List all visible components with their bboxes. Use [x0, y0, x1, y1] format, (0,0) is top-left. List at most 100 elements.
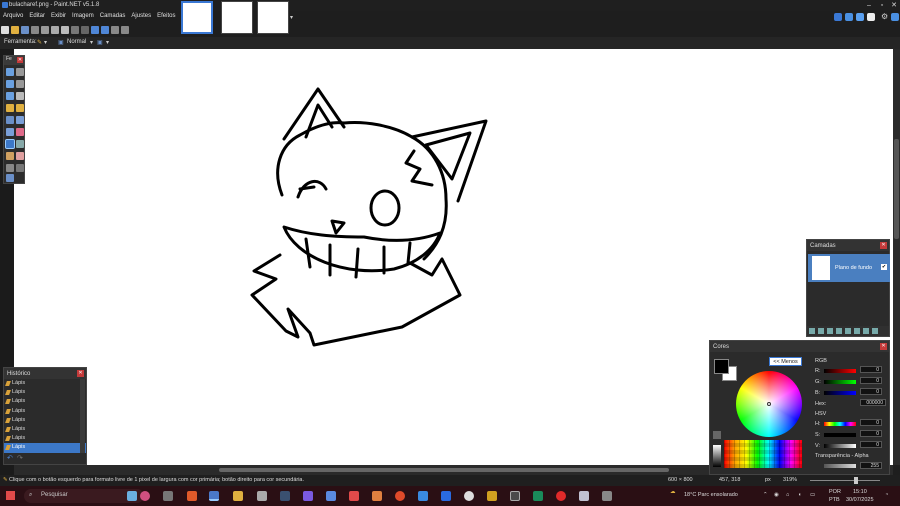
ruler-icon[interactable] — [121, 26, 129, 34]
history-redo-icon[interactable]: ↷ — [17, 454, 23, 462]
tools-close-button[interactable]: ✕ — [17, 57, 23, 63]
antialias-icon[interactable]: ▣ — [97, 39, 103, 46]
colors-close-button[interactable]: ✕ — [880, 343, 887, 350]
menu-efeitos[interactable]: Efeitos — [154, 11, 178, 21]
image-tab[interactable] — [257, 1, 289, 34]
print-icon[interactable] — [31, 26, 39, 34]
v-slider[interactable] — [824, 444, 856, 448]
app-icon-4[interactable] — [349, 491, 359, 501]
close-window-button[interactable]: ✕ — [888, 0, 900, 11]
tools-toggle-icon[interactable] — [834, 13, 842, 21]
h-value[interactable]: 0 — [860, 419, 882, 426]
image-tab[interactable] — [221, 1, 253, 34]
app-icon-9[interactable] — [510, 491, 520, 501]
tray-chevron-icon[interactable]: ⌃ — [763, 492, 768, 498]
deselect-icon[interactable] — [81, 26, 89, 34]
scroll-thumb[interactable] — [219, 468, 669, 472]
layer-row[interactable]: Plano de fundo ✔ — [808, 254, 890, 282]
copilot-icon[interactable] — [140, 491, 150, 501]
move-icon[interactable] — [16, 68, 24, 76]
opera-icon[interactable] — [556, 491, 566, 501]
tab-dropdown-icon[interactable]: ▾ — [290, 14, 293, 21]
history-undo-icon[interactable]: ↶ — [7, 454, 13, 462]
file-explorer-icon[interactable] — [233, 491, 243, 501]
menu-editar[interactable]: Editar — [26, 11, 48, 21]
chrome-icon[interactable] — [395, 491, 405, 501]
layers-toggle-icon[interactable] — [856, 13, 864, 21]
rect-select-icon[interactable] — [6, 68, 14, 76]
blend-mode-select[interactable]: Normal — [67, 39, 86, 45]
crop-icon[interactable] — [71, 26, 79, 34]
unit-select[interactable]: px — [765, 477, 771, 483]
language-top[interactable]: POR — [829, 489, 841, 495]
shapes-icon[interactable] — [6, 174, 14, 182]
app-icon-6[interactable] — [418, 491, 428, 501]
weather-text[interactable]: 18°C Parc ensolarado — [684, 492, 738, 498]
history-item[interactable]: Lápis — [4, 434, 86, 443]
open-icon[interactable] — [11, 26, 19, 34]
clone-stamp-icon[interactable] — [6, 152, 14, 160]
layer-visibility-checkbox[interactable]: ✔ — [881, 264, 887, 270]
color-palette[interactable] — [724, 440, 802, 468]
lasso-icon[interactable] — [6, 80, 14, 88]
bucket-icon[interactable] — [6, 116, 14, 124]
menu-camadas[interactable]: Camadas — [97, 11, 129, 21]
history-item[interactable]: Lápis — [4, 397, 86, 406]
h-slider[interactable] — [824, 422, 856, 426]
new-icon[interactable] — [1, 26, 9, 34]
ellipse-select-icon[interactable] — [6, 92, 14, 100]
antialias-dropdown-icon[interactable]: ▾ — [106, 39, 109, 46]
app-icon-12[interactable] — [602, 491, 612, 501]
app-icon-11[interactable] — [579, 491, 589, 501]
save-icon[interactable] — [21, 26, 29, 34]
notification-bell-icon[interactable]: ◔ — [885, 492, 888, 498]
app-icon-2[interactable] — [257, 491, 267, 501]
help-icon[interactable] — [891, 13, 899, 21]
hex-input[interactable]: 000000 — [860, 399, 886, 406]
history-item[interactable]: Lápis — [4, 416, 86, 425]
v-value[interactable]: 0 — [860, 441, 882, 448]
colors-toggle-icon[interactable] — [867, 13, 875, 21]
widget-icon[interactable] — [127, 491, 137, 501]
redo-icon[interactable] — [101, 26, 109, 34]
move-selection-icon[interactable] — [16, 80, 24, 88]
layer-properties-icon[interactable] — [863, 328, 869, 334]
pencil-icon[interactable] — [5, 139, 15, 149]
app-icon-10[interactable] — [533, 491, 543, 501]
primary-color-swatch[interactable] — [714, 359, 729, 374]
layers-close-button[interactable]: ✕ — [880, 242, 887, 249]
menu-imagem[interactable]: Imagem — [69, 11, 97, 21]
history-scrollbar[interactable] — [80, 379, 85, 453]
settings-gear-icon[interactable]: ⚙ — [881, 12, 888, 21]
history-close-button[interactable]: ✕ — [77, 370, 84, 377]
paint-net-taskbar-icon[interactable] — [209, 491, 219, 501]
history-item[interactable]: Lápis — [4, 425, 86, 434]
g-slider[interactable] — [824, 380, 856, 384]
brush-icon[interactable] — [6, 128, 14, 136]
app-icon-5[interactable] — [372, 491, 382, 501]
app-icon-3[interactable] — [303, 491, 313, 501]
add-layer-icon[interactable] — [809, 328, 815, 334]
clock-date[interactable]: 30/07/2025 — [846, 497, 874, 503]
zoom-level[interactable]: 319% — [783, 477, 797, 483]
clock-time[interactable]: 15:10 — [853, 489, 867, 495]
pan-icon[interactable] — [16, 104, 24, 112]
add-palette-icon[interactable] — [713, 431, 721, 439]
eraser-icon[interactable] — [16, 128, 24, 136]
volume-icon[interactable]: ◖ — [798, 492, 801, 498]
less-button[interactable]: << Menos — [769, 357, 802, 366]
history-item-selected[interactable]: Lápis — [4, 443, 86, 453]
delete-layer-icon[interactable] — [818, 328, 824, 334]
app-icon-8[interactable] — [487, 491, 497, 501]
pencil-tool-icon[interactable]: ✎ — [37, 39, 42, 46]
minimize-button[interactable]: – — [863, 0, 875, 11]
menu-arquivo[interactable]: Arquivo — [0, 11, 26, 21]
move-down-icon[interactable] — [854, 328, 860, 334]
gradient-icon[interactable] — [16, 116, 24, 124]
duplicate-layer-icon[interactable] — [827, 328, 833, 334]
history-toggle-icon[interactable] — [845, 13, 853, 21]
recolor-icon[interactable] — [16, 152, 24, 160]
discord-icon[interactable] — [326, 491, 336, 501]
r-value[interactable]: 0 — [860, 366, 882, 373]
maximize-button[interactable]: ▫ — [876, 0, 888, 11]
